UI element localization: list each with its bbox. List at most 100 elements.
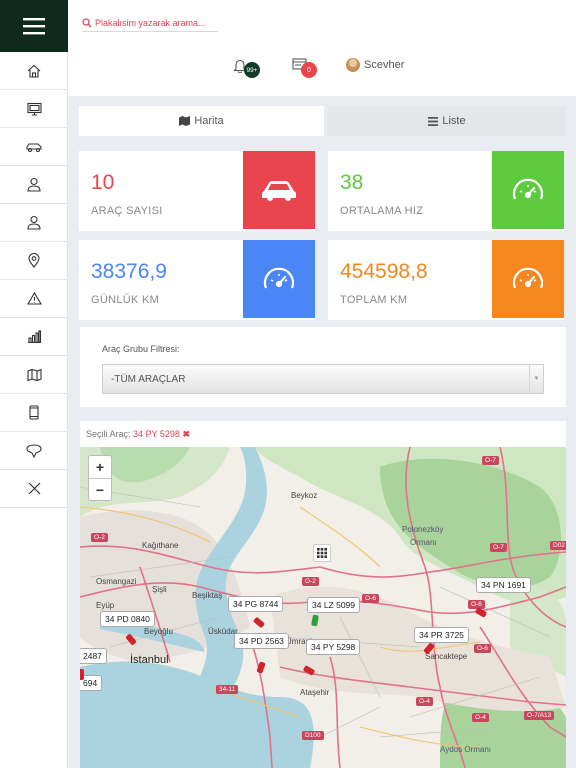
vehicle-label[interactable]: 34 PG 8744 <box>228 596 284 612</box>
selected-vehicle-plate: 34 PY 5298 <box>133 429 180 439</box>
bar-chart-icon <box>27 330 41 343</box>
vehicle-label[interactable]: 34 PN 1691 <box>476 577 531 593</box>
map-panel: Seçili Araç: 34 PY 5298 ✖ Beykoz Kağıtha… <box>80 421 566 768</box>
stat-value: 454598,8 <box>340 260 428 283</box>
road-badge: O-7 <box>482 456 499 465</box>
nav-device[interactable] <box>0 394 68 432</box>
stat-card-vehicle-count: 10 ARAÇ SAYISI <box>79 151 315 231</box>
place-label: Beyoğlu <box>144 627 173 636</box>
cluster-marker[interactable] <box>313 544 331 562</box>
list-icon <box>428 116 439 126</box>
clear-selection-icon[interactable]: ✖ <box>182 429 190 439</box>
vehicle-label[interactable]: 34 PD 2563 <box>234 633 289 649</box>
menu-toggle-button[interactable] <box>0 0 68 52</box>
home-icon <box>27 64 41 78</box>
road-badge: O-2 <box>91 533 108 542</box>
stat-icon-box <box>243 151 315 229</box>
speedometer-icon <box>512 267 544 289</box>
vehicle-label[interactable]: 34 PD 0840 <box>100 611 155 627</box>
nav-reports[interactable] <box>0 318 68 356</box>
sidebar <box>0 0 68 768</box>
map-view[interactable]: Beykoz Kağıthane Polonezköy Ormanı Osman… <box>80 447 566 768</box>
geofence-icon <box>26 443 42 458</box>
place-label: Osmangazi <box>96 577 137 586</box>
road-badge: O-4 <box>416 697 433 706</box>
road-badge: O-7/A13 <box>524 711 555 720</box>
notifications-badge: 99+ <box>244 62 260 78</box>
avatar <box>346 58 360 72</box>
chevron-down-icon: ▼ <box>529 365 543 393</box>
nav-driver[interactable] <box>0 166 68 204</box>
top-bar: 99+ 0 Scevher <box>68 0 576 96</box>
nav-monitor[interactable] <box>0 90 68 128</box>
place-label: Aydos Ormanı <box>440 745 491 754</box>
search-box <box>82 14 218 32</box>
nav-geofence[interactable] <box>0 432 68 470</box>
search-input[interactable] <box>95 17 215 28</box>
vehicle-label[interactable]: 2487 <box>80 648 107 664</box>
selected-vehicle-line: Seçili Araç: 34 PY 5298 ✖ <box>86 429 190 440</box>
place-label: Kağıthane <box>142 541 179 550</box>
nav-logout[interactable] <box>0 470 68 508</box>
select-value: -TÜM ARAÇLAR <box>111 373 186 385</box>
username: Scevher <box>364 59 405 71</box>
zoom-control: + − <box>88 455 112 501</box>
place-label: Şişli <box>152 585 167 594</box>
place-label: Ormanı <box>410 538 437 547</box>
road-badge: O-7 <box>490 543 507 552</box>
hamburger-icon <box>23 18 45 35</box>
vehicle-group-select[interactable]: -TÜM ARAÇLAR ▼ <box>102 364 544 394</box>
nav-alerts[interactable] <box>0 280 68 318</box>
notifications-button[interactable]: 99+ <box>233 58 260 78</box>
place-label: Ataşehir <box>300 688 330 697</box>
nav-map[interactable] <box>0 356 68 394</box>
vehicle-label[interactable]: 34 PY 5298 <box>306 639 361 655</box>
selected-vehicle-prefix: Seçili Araç: <box>86 429 131 439</box>
vehicle-marker[interactable] <box>80 669 84 680</box>
user-menu[interactable]: Scevher <box>346 58 404 72</box>
nav-location[interactable] <box>0 242 68 280</box>
stat-label: TOPLAM KM <box>340 294 408 306</box>
messages-badge: 0 <box>301 62 317 78</box>
road-badge: O-2 <box>302 577 319 586</box>
location-pin-icon <box>28 253 40 268</box>
place-label: İstanbul <box>130 654 169 666</box>
close-icon <box>28 482 40 495</box>
map-icon <box>179 116 191 126</box>
messages-button[interactable]: 0 <box>292 58 317 78</box>
road-badge: O-6 <box>362 594 379 603</box>
vehicle-label[interactable]: 34 LZ 5099 <box>307 597 361 613</box>
tab-harita[interactable]: Harita <box>79 106 324 136</box>
grid-icon <box>317 548 327 558</box>
tab-liste-label: Liste <box>442 115 466 127</box>
nav-vehicles[interactable] <box>0 128 68 166</box>
nav-users[interactable] <box>0 204 68 242</box>
car-icon <box>262 181 296 201</box>
road-badge: 34-11 <box>216 685 239 694</box>
stat-card-daily-km: 38376,9 GÜNLÜK KM <box>79 240 315 320</box>
speedometer-icon <box>263 267 295 289</box>
vehicle-group-filter: Araç Grubu Filtresi: -TÜM ARAÇLAR ▼ <box>80 327 566 407</box>
road-badge: O-4 <box>472 713 489 722</box>
tab-liste[interactable]: Liste <box>328 106 566 136</box>
place-label: Beşiktaş <box>192 591 223 600</box>
stat-icon-box <box>243 240 315 318</box>
vehicle-label[interactable]: 34 PR 3725 <box>414 627 469 643</box>
map-icon <box>26 368 42 381</box>
zoom-in-button[interactable]: + <box>89 456 111 478</box>
nav-home[interactable] <box>0 52 68 90</box>
place-label: Polonezköy <box>402 525 444 534</box>
main-content: Harita Liste 10 ARAÇ SAYISI 38 ORTALAMA … <box>68 96 576 768</box>
place-label: Eyüp <box>96 601 115 610</box>
stat-label: GÜNLÜK KM <box>91 294 160 306</box>
stat-icon-box <box>492 240 564 318</box>
search-icon <box>82 17 92 27</box>
stat-value: 38376,9 <box>91 260 167 283</box>
stat-value: 10 <box>91 171 115 194</box>
road-badge: D02 <box>550 541 566 550</box>
speedometer-icon <box>512 178 544 200</box>
user-icon <box>27 177 41 192</box>
zoom-out-button[interactable]: − <box>89 478 111 500</box>
road-badge: O-6 <box>474 644 491 653</box>
car-icon <box>26 142 42 152</box>
